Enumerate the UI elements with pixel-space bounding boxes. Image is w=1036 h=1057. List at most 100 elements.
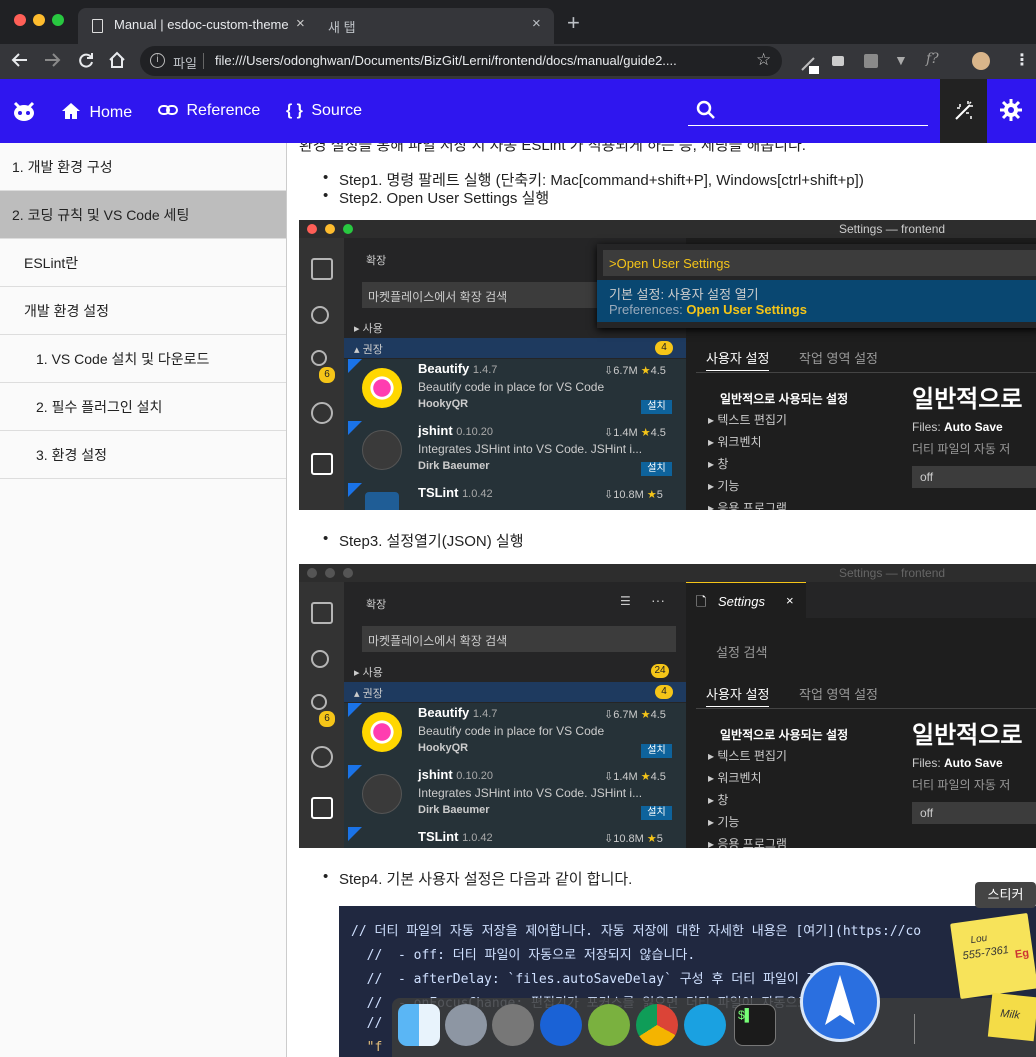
formula-extension-icon[interactable]: f? xyxy=(926,51,940,67)
ext-author: Dirk Baeumer xyxy=(418,460,490,472)
install-button: 설치 xyxy=(641,806,672,820)
sidebar-item-coding-rules[interactable]: 2. 코딩 규칙 및 VS Code 세팅 xyxy=(0,191,286,239)
pocket-extension-icon[interactable]: ▼ xyxy=(894,52,908,68)
source-control-icon xyxy=(311,694,327,710)
ext-name-text: Beautify xyxy=(418,705,470,720)
reload-icon[interactable] xyxy=(76,50,96,75)
intro-text: 환경 설정을 통해 파일 저장 시 자동 ESLint 가 적용되게 하는 등,… xyxy=(299,143,806,154)
menu-icon[interactable]: ⋮ xyxy=(1014,50,1030,70)
used-count: 24 xyxy=(651,664,669,678)
tab-close-icon[interactable]: × xyxy=(532,15,541,32)
code-line: // 더티 파일의 자동 저장을 제어합니다. 자동 저장에 대한 자세한 내용… xyxy=(351,924,922,939)
files-autosave: Files: Auto Save xyxy=(912,420,1003,434)
ext-rating: 5 xyxy=(656,489,663,501)
zoom-dot xyxy=(343,568,353,578)
launchpad-icon[interactable] xyxy=(445,1004,487,1046)
gear-icon[interactable] xyxy=(1000,99,1022,126)
stickies-note-2[interactable]: Milk xyxy=(987,992,1036,1042)
ext-rating: 4.5 xyxy=(650,427,666,439)
ext-downloads: 10.8M xyxy=(613,489,644,501)
nav-home[interactable]: Home xyxy=(61,102,132,122)
nav-source-label: Source xyxy=(311,102,363,119)
tab-active[interactable]: Manual | esdoc-custom-theme xyxy=(78,8,554,44)
tab-close-icon[interactable]: × xyxy=(296,15,305,32)
search-icon xyxy=(311,650,329,668)
ext-name-text: TSLint xyxy=(418,485,459,500)
activity-bar: 6 xyxy=(299,238,344,510)
sidebar-item-dev-env[interactable]: 1. 개발 환경 구성 xyxy=(0,143,286,191)
window-titlebar: Settings — frontend xyxy=(299,564,1036,582)
tree-label: 응용 프로그램 xyxy=(717,501,787,510)
star-icon: ★ xyxy=(640,427,651,439)
back-icon[interactable] xyxy=(10,50,30,75)
url-text[interactable]: file:///Users/odonghwan/Documents/BizGit… xyxy=(215,53,677,68)
window-titlebar: Settings — frontend xyxy=(299,220,1036,238)
ext-desc: Integrates JSHint into VS Code. JSHint i… xyxy=(418,442,643,456)
github-icon[interactable] xyxy=(12,100,35,121)
nav-source[interactable]: { } Source xyxy=(286,102,362,120)
profile-avatar[interactable] xyxy=(972,52,990,70)
chrome-icon[interactable] xyxy=(636,1004,678,1046)
code-line: // - afterDelay: `files.autoSaveDelay` 구… xyxy=(351,972,855,987)
theme-toggle-button[interactable] xyxy=(940,79,987,143)
sourcetree-icon[interactable] xyxy=(540,1004,582,1046)
tab-workspace-settings: 작업 영역 설정 xyxy=(799,351,878,366)
dock-divider xyxy=(914,1014,915,1044)
sidebar-item-label: 개발 환경 설정 xyxy=(24,303,110,319)
home-icon[interactable] xyxy=(107,50,127,75)
beautify-logo-icon xyxy=(362,368,402,408)
settings-heading: 일반적으로 xyxy=(912,722,1023,749)
tree-item: ▸ 기능 xyxy=(708,479,740,493)
bookmark-star-icon[interactable]: ☆ xyxy=(756,50,771,70)
pinned-icon xyxy=(348,827,362,841)
close-window-button[interactable] xyxy=(14,14,26,26)
minimize-window-button[interactable] xyxy=(33,14,45,26)
tab-bar-empty xyxy=(806,582,1036,618)
scm-badge: 6 xyxy=(319,367,335,383)
instapaper-extension-icon[interactable] xyxy=(864,54,878,68)
home-icon xyxy=(62,103,80,119)
ext-version: 0.10.20 xyxy=(456,426,493,438)
palette-input: >Open User Settings xyxy=(603,250,1036,276)
page-icon xyxy=(92,19,103,33)
tree-label: 기능 xyxy=(717,815,740,829)
filter-icon: ☰ xyxy=(620,594,631,608)
beautify-logo-icon xyxy=(362,712,402,752)
sidebar-item-settings[interactable]: 3. 환경 설정 xyxy=(0,431,286,479)
sidebar-item-eslint[interactable]: ESLint란 xyxy=(0,239,286,287)
screen-extension-icon[interactable] xyxy=(832,56,844,66)
ext-downloads: 1.4M xyxy=(613,771,638,783)
sidebar-item-plugins[interactable]: 2. 필수 플러그인 설치 xyxy=(0,383,286,431)
tree-item: ▸ 워크벤치 xyxy=(708,435,762,449)
forward-icon[interactable] xyxy=(42,50,62,75)
sidebar-item-env-setup[interactable]: 개발 환경 설정 xyxy=(0,287,286,335)
android-studio-icon[interactable] xyxy=(588,1004,630,1046)
tab-user-settings: 사용자 설정 xyxy=(706,684,770,707)
stickies-note[interactable]: Lou 555-7361 Eg xyxy=(950,912,1036,1000)
new-tab-button[interactable]: + xyxy=(567,10,580,36)
magic-wand-icon xyxy=(955,101,973,120)
info-icon[interactable]: i xyxy=(150,53,165,68)
settings-tab: 🗋 Settings × xyxy=(686,582,806,618)
address-bar[interactable]: i 파일 file:///Users/odonghwan/Documents/B… xyxy=(140,46,782,76)
nav-reference[interactable]: Reference xyxy=(158,102,260,120)
terminal-icon[interactable]: $▌ xyxy=(734,1004,776,1046)
sidebar-item-label: 3. 환경 설정 xyxy=(36,447,107,463)
system-preferences-icon[interactable] xyxy=(492,1004,534,1046)
sidebar-item-vscode-install[interactable]: 1. VS Code 설치 및 다운로드 xyxy=(0,335,286,383)
extensions-list: Beautify 1.4.7 ⇩6.7M ★4.5 Beautify code … xyxy=(344,359,686,510)
palette-bold: Open User Settings xyxy=(686,302,807,317)
recommended-count: 4 xyxy=(655,685,673,699)
debug-icon xyxy=(311,746,333,768)
ext-name: Beautify 1.4.7 xyxy=(418,361,497,376)
spark-mail-icon[interactable] xyxy=(800,962,880,1042)
star-icon: ★ xyxy=(640,365,651,377)
skype-icon[interactable] xyxy=(684,1004,726,1046)
search-icon[interactable] xyxy=(696,100,716,125)
code-line: // xyxy=(351,1016,383,1031)
pen-extension-icon[interactable] xyxy=(800,54,819,74)
search-input[interactable] xyxy=(688,125,928,126)
zoom-window-button[interactable] xyxy=(52,14,64,26)
sidebar-item-label: 1. 개발 환경 구성 xyxy=(12,159,113,175)
finder-icon[interactable] xyxy=(398,1004,440,1046)
